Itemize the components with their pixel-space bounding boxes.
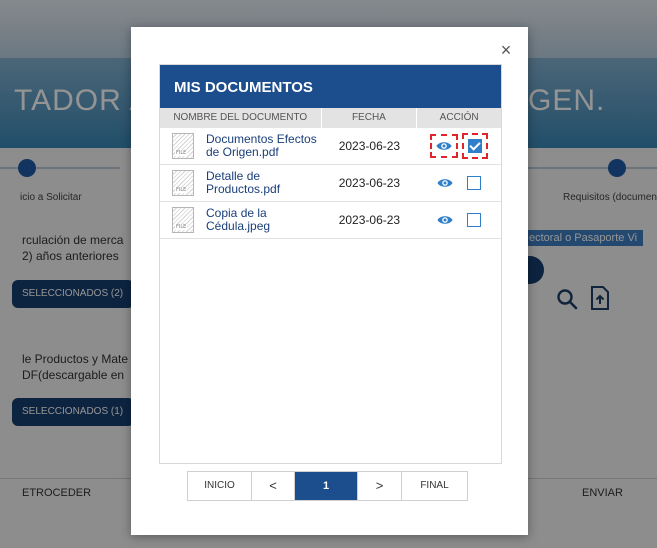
table-row: FILE Copia de la Cédula.jpeg 2023-06-23 (160, 202, 501, 239)
eye-icon[interactable] (436, 140, 452, 152)
select-checkbox[interactable] (467, 213, 482, 227)
column-header-date: FECHA (322, 108, 418, 128)
table-row: FILE Detalle de Productos.pdf 2023-06-23 (160, 165, 501, 202)
file-icon: FILE (172, 170, 194, 196)
close-button[interactable]: × (497, 41, 515, 59)
table-row: FILE Documentos Efectos de Origen.pdf 20… (160, 128, 501, 165)
pagination-prev-button[interactable]: < (252, 472, 295, 500)
modal-title: MIS DOCUMENTOS (160, 65, 501, 108)
document-name: Copia de la Cédula.jpeg (206, 206, 271, 233)
view-highlight (430, 134, 459, 158)
file-icon: FILE (172, 133, 194, 159)
document-date: 2023-06-23 (338, 176, 401, 190)
column-header-document: NOMBRE DEL DOCUMENTO (160, 108, 322, 128)
documents-modal: × MIS DOCUMENTOS NOMBRE DEL DOCUMENTO FE… (131, 27, 528, 535)
column-header-action: ACCIÓN (439, 112, 479, 123)
documents-panel: MIS DOCUMENTOS NOMBRE DEL DOCUMENTO FECH… (159, 64, 502, 464)
pagination-first-button[interactable]: INICIO (188, 472, 252, 500)
pagination-next-button[interactable]: > (358, 472, 402, 500)
document-name: Detalle de Productos.pdf (206, 169, 281, 196)
eye-icon[interactable] (437, 214, 453, 226)
pagination: INICIO < 1 > FINAL (187, 471, 468, 501)
select-checkbox[interactable] (467, 176, 482, 190)
select-checkbox[interactable] (468, 139, 483, 153)
document-date: 2023-06-23 (338, 213, 401, 227)
document-date: 2023-06-23 (338, 139, 401, 153)
pagination-last-button[interactable]: FINAL (402, 472, 467, 500)
select-highlight (462, 133, 489, 159)
eye-icon[interactable] (437, 177, 453, 189)
table-header: NOMBRE DEL DOCUMENTO FECHA ACCIÓN (160, 108, 501, 128)
document-name: Documentos Efectos de Origen.pdf (206, 132, 317, 159)
file-icon: FILE (172, 207, 194, 233)
pagination-current-page[interactable]: 1 (295, 472, 358, 500)
